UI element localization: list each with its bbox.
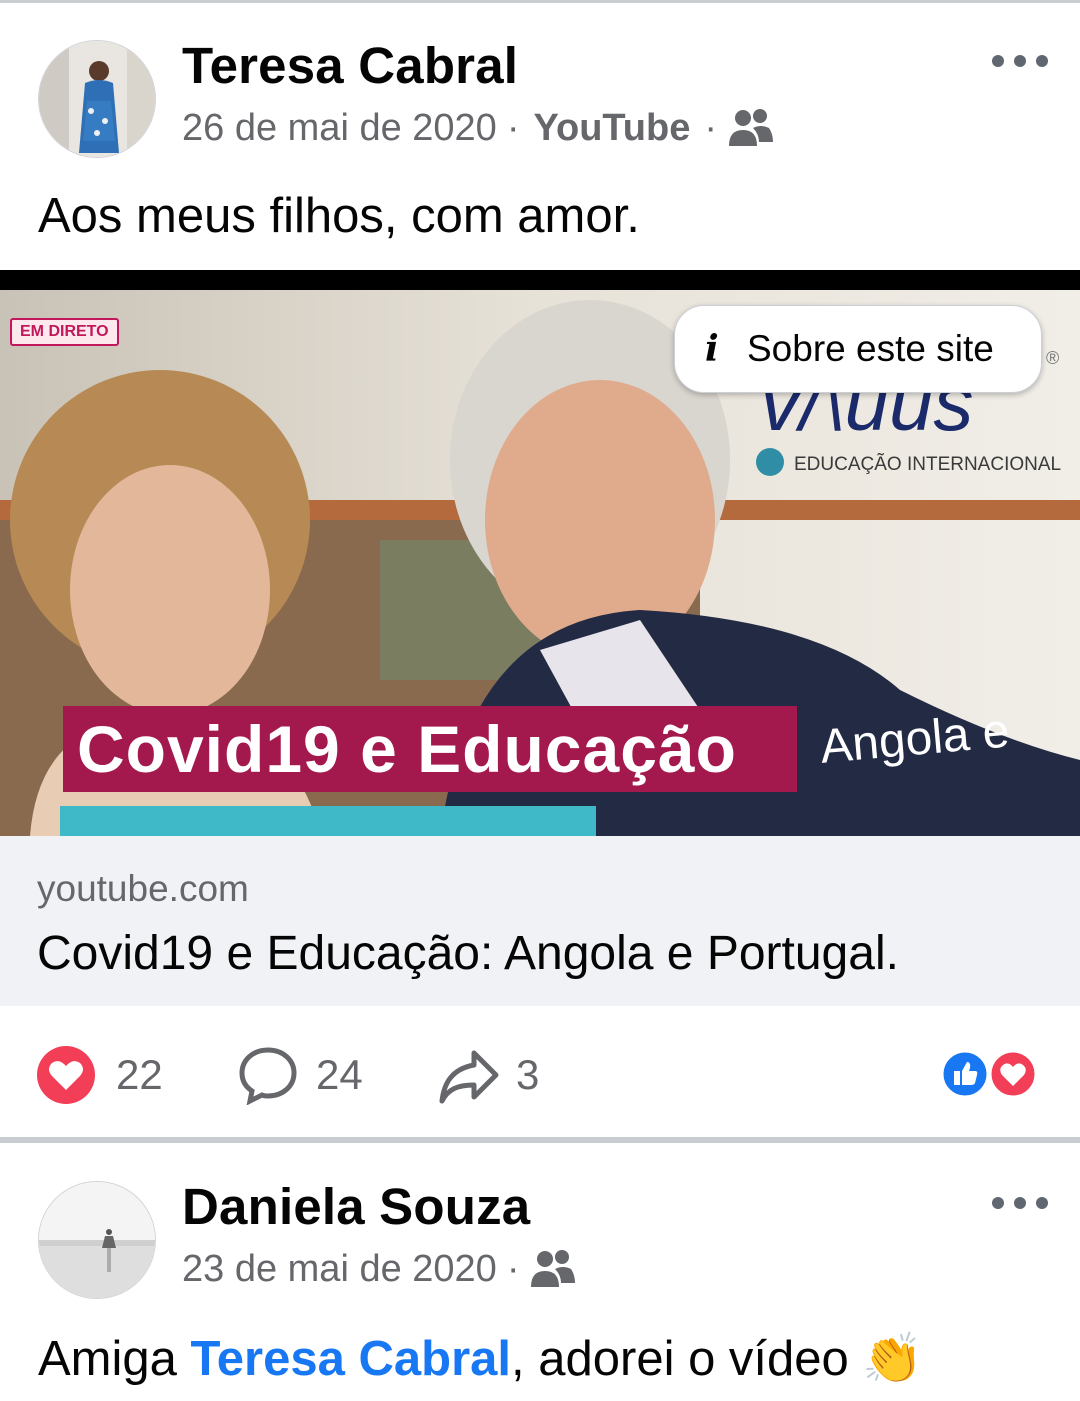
author-name[interactable]: Daniela Souza (182, 1177, 530, 1236)
top-divider (0, 0, 1080, 3)
like-reaction-icon (940, 1049, 990, 1099)
comment-icon (239, 1047, 297, 1105)
video-overlay-strip (60, 806, 596, 836)
post-date[interactable]: 26 de mai de 2020 (182, 107, 497, 150)
heart-icon (37, 1046, 95, 1104)
info-icon: i (705, 328, 719, 370)
meta-separator: · (506, 1247, 520, 1290)
comments-count: 24 (316, 1051, 363, 1098)
react-button[interactable]: 22 (36, 1040, 163, 1110)
post-actions: 22 24 3 (0, 1040, 1080, 1110)
reactions-count: 22 (116, 1051, 163, 1098)
author-name[interactable]: Teresa Cabral (182, 36, 518, 95)
clapping-hands-emoji: 👏 (862, 1332, 924, 1386)
meta-separator: · (704, 106, 718, 149)
post-divider (0, 1137, 1080, 1143)
comment-button[interactable]: 24 (238, 1040, 363, 1110)
author-avatar[interactable] (38, 40, 156, 158)
more-options-button[interactable] (992, 1196, 1048, 1210)
friends-icon (529, 1247, 577, 1291)
registered-mark: ® (1046, 348, 1060, 368)
post-date[interactable]: 23 de mai de 2020 (182, 1248, 497, 1291)
more-options-button[interactable] (992, 54, 1048, 68)
friends-icon (727, 106, 775, 150)
author-avatar[interactable] (38, 1181, 156, 1299)
post-text-start: Amiga (38, 1332, 191, 1386)
link-domain: youtube.com (37, 868, 249, 909)
mention-link[interactable]: Teresa Cabral (191, 1332, 512, 1386)
meta-separator: · (506, 106, 520, 149)
love-reaction-icon (988, 1049, 1038, 1099)
shares-count: 3 (516, 1051, 540, 1098)
about-site-label: Sobre este site (747, 328, 994, 369)
reaction-summary[interactable] (940, 1049, 1038, 1099)
link-title[interactable]: Covid19 e Educação: Angola e Portugal. (37, 926, 899, 981)
post-meta: 26 de mai de 2020 · YouTube · (182, 106, 775, 150)
about-site-button[interactable]: i Sobre este site (674, 305, 1042, 393)
share-button[interactable]: 3 (438, 1040, 539, 1110)
post-text-end: , adorei o vídeo (511, 1332, 863, 1386)
live-badge: EM DIRETO (10, 318, 119, 346)
share-icon (439, 1050, 499, 1104)
brand-subtitle: EDUCAÇÃO INTERNACIONAL (794, 454, 1062, 475)
post-source[interactable]: YouTube (533, 107, 690, 150)
video-overlay-title: Covid19 e Educação (63, 706, 797, 792)
post-meta: 23 de mai de 2020 · (182, 1247, 577, 1291)
post-text: Aos meus filhos, com amor. (38, 189, 640, 243)
post-text: Amiga Teresa Cabral, adorei o vídeo 👏 (38, 1330, 923, 1387)
